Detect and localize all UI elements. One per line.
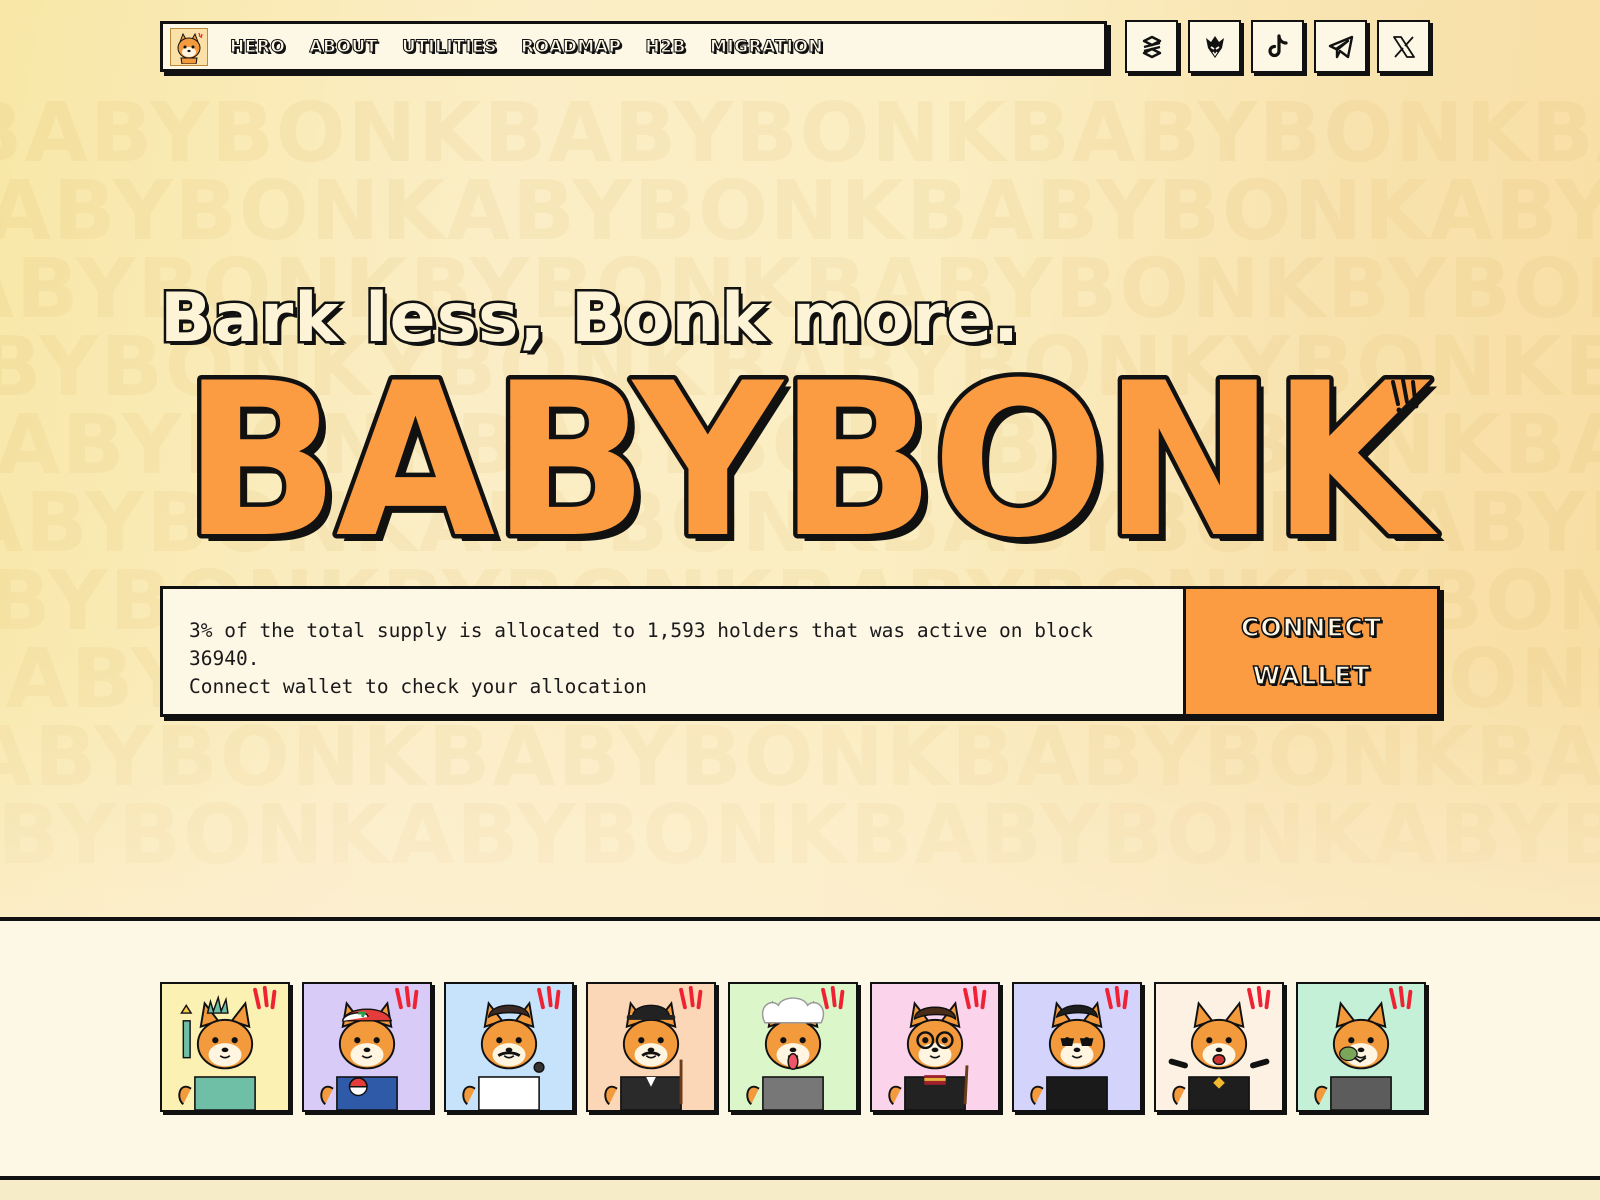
birdeye-icon xyxy=(1205,35,1224,58)
character-cards xyxy=(160,982,1426,1112)
x-button[interactable] xyxy=(1377,20,1430,73)
allocation-line-2: Connect wallet to check your allocation xyxy=(189,675,647,698)
zombie-pup-icon xyxy=(1314,985,1413,1110)
allocation-panel: 3% of the total supply is allocated to 1… xyxy=(160,586,1440,717)
character-card-singer-pup[interactable] xyxy=(444,982,574,1112)
nav-link-utilities[interactable]: UTILITIES xyxy=(401,36,497,57)
dextools-icon xyxy=(1142,35,1161,58)
connect-wallet-button[interactable]: CONNECT WALLET xyxy=(1183,589,1437,714)
connect-wallet-label-2: WALLET xyxy=(1252,660,1371,691)
nav-link-about[interactable]: ABOUT xyxy=(309,36,378,57)
bowler-hat-pup-icon xyxy=(604,985,703,1110)
allocation-text: 3% of the total supply is allocated to 1… xyxy=(163,589,1183,714)
nav-links: HERO ABOUT UTILITIES ROADMAP H2B MIGRATI… xyxy=(229,36,847,57)
brand-text: BABYBONK xyxy=(183,337,1438,584)
character-card-einstein-pup[interactable] xyxy=(728,982,858,1112)
next-section-band xyxy=(0,1180,1600,1200)
sunglasses-pup-icon xyxy=(1030,985,1129,1110)
top-nav: HERO ABOUT UTILITIES ROADMAP H2B MIGRATI… xyxy=(160,21,1107,72)
nav-link-migration[interactable]: MIGRATION xyxy=(709,36,823,57)
nav-link-h2b[interactable]: H2B xyxy=(645,36,686,57)
binance-pup-icon xyxy=(1168,985,1271,1110)
birdeye-button[interactable] xyxy=(1188,20,1241,73)
allocation-line-1: 3% of the total supply is allocated to 1… xyxy=(189,619,1093,670)
ash-trainer-pup-icon xyxy=(320,985,419,1110)
connect-wallet-label-1: CONNECT xyxy=(1240,612,1382,643)
brand-wordmark-svg: BABYBONK BABYBONK xyxy=(178,333,1449,592)
character-card-binance-pup[interactable] xyxy=(1154,982,1284,1112)
nav-link-hero[interactable]: HERO xyxy=(229,36,285,57)
character-card-statue-of-liberty-pup[interactable] xyxy=(160,982,290,1112)
brand-wordmark: BABYBONK BABYBONK xyxy=(160,333,1450,592)
social-links xyxy=(1125,20,1430,73)
statue-of-liberty-pup-icon xyxy=(178,985,277,1110)
dextools-button[interactable] xyxy=(1125,20,1178,73)
wizard-pup-icon xyxy=(888,985,987,1110)
character-card-sunglasses-pup[interactable] xyxy=(1012,982,1142,1112)
telegram-icon xyxy=(1328,35,1353,58)
character-card-zombie-pup[interactable] xyxy=(1296,982,1426,1112)
x-icon xyxy=(1392,35,1415,58)
nav-link-roadmap[interactable]: ROADMAP xyxy=(521,36,622,57)
einstein-pup-icon xyxy=(746,985,845,1110)
character-card-ash-trainer-pup[interactable] xyxy=(302,982,432,1112)
tiktok-button[interactable] xyxy=(1251,20,1304,73)
character-card-bowler-hat-pup[interactable] xyxy=(586,982,716,1112)
logo[interactable] xyxy=(170,27,208,66)
singer-pup-icon xyxy=(462,985,561,1110)
background-word-row: BABYBONKBABYBONKBABYBONKBABYBONKBABYBONK… xyxy=(0,719,1600,797)
babybonk-logo-icon xyxy=(177,32,203,64)
background-word-row: BABYBONKABYBONKBABYBONKABYBONKBABYBONKAB… xyxy=(0,173,1600,251)
character-card-wizard-pup[interactable] xyxy=(870,982,1000,1112)
background-word-row: BABYBONKBABYBONKBABYBONKBABYBONKBABYBONK… xyxy=(0,95,1600,173)
background-word-row: BABYBONKABYBONKBABYBONKABYBONKBABYBONKAB… xyxy=(0,797,1600,875)
tiktok-icon xyxy=(1267,33,1288,57)
telegram-button[interactable] xyxy=(1314,20,1367,73)
